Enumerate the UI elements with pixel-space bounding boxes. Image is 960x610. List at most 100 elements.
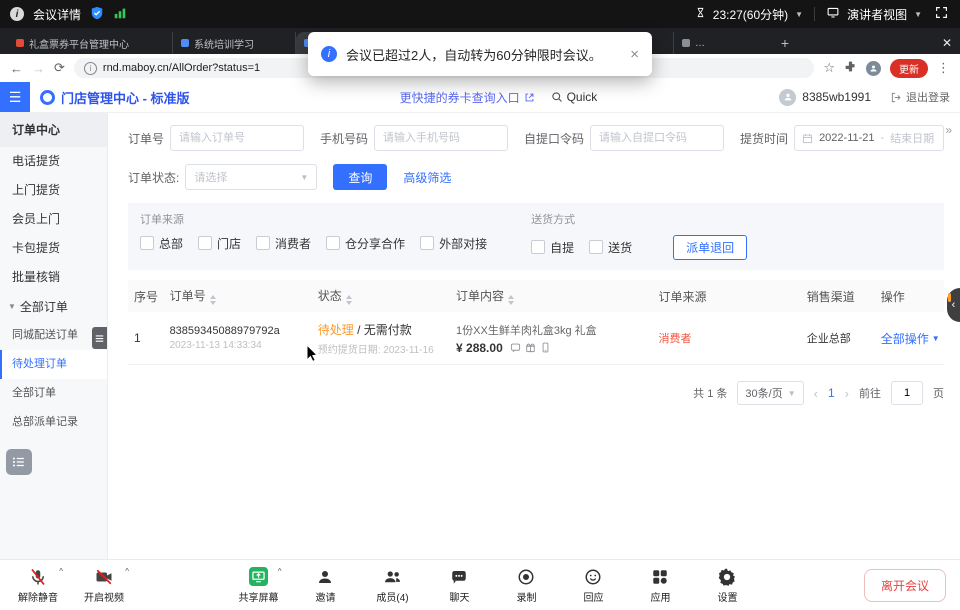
order-no-input[interactable] bbox=[170, 125, 304, 151]
checkbox-warehouse-coop[interactable]: 仓分享合作 bbox=[326, 235, 405, 252]
view-caret-icon[interactable]: ▼ bbox=[914, 10, 922, 19]
sidebar-item-batch-verify[interactable]: 批量核销 bbox=[0, 263, 107, 292]
back-icon[interactable]: ← bbox=[10, 61, 23, 76]
network-signal-icon[interactable] bbox=[113, 6, 127, 23]
members-button[interactable]: 成员(4) bbox=[366, 566, 418, 604]
checkbox-label: 总部 bbox=[159, 237, 183, 251]
sidebar-item-phone-pickup[interactable]: 电话提货 bbox=[0, 147, 107, 176]
meeting-info-icon[interactable]: i bbox=[10, 7, 24, 21]
bookmark-star-icon[interactable]: ☆ bbox=[823, 60, 835, 76]
profile-avatar-icon[interactable] bbox=[866, 61, 881, 76]
floating-list-button[interactable] bbox=[6, 449, 32, 475]
checkbox-delivery[interactable]: 送货 bbox=[589, 239, 632, 256]
quick-entry-link[interactable]: 更快捷的券卡查询入口 bbox=[400, 89, 535, 106]
panel-toggle-tab[interactable]: ‹ bbox=[947, 288, 960, 322]
search-button[interactable]: 查询 bbox=[333, 164, 387, 190]
app-menu-button[interactable]: ☰ bbox=[0, 82, 30, 112]
site-info-icon[interactable]: i bbox=[84, 62, 97, 75]
meeting-details-label[interactable]: 会议详情 bbox=[33, 6, 81, 23]
checkbox-icon[interactable] bbox=[326, 236, 340, 250]
browser-tab[interactable]: 系统培训学习 bbox=[173, 32, 296, 54]
sidebar-item-city-delivery[interactable]: 同城配送订单 bbox=[0, 321, 107, 350]
table-row[interactable]: 1 83859345088979792a 2023-11-13 14:33:34… bbox=[128, 312, 944, 365]
browser-menu-icon[interactable]: ⋮ bbox=[937, 60, 950, 76]
sort-icon[interactable] bbox=[346, 295, 352, 305]
checkbox-icon[interactable] bbox=[531, 240, 545, 254]
apps-button[interactable]: 应用 bbox=[634, 566, 686, 604]
quick-search-button[interactable]: Quick bbox=[551, 90, 598, 104]
prev-page-icon[interactable]: ‹ bbox=[814, 386, 818, 401]
current-page[interactable]: 1 bbox=[828, 386, 835, 400]
settings-button[interactable]: 设置 bbox=[701, 566, 753, 604]
sort-icon[interactable] bbox=[210, 295, 216, 305]
browser-tab[interactable]: 礼盒票券平台管理中心 bbox=[8, 32, 173, 54]
sidebar-item-all-orders[interactable]: 全部订单 bbox=[0, 379, 107, 408]
checkbox-icon[interactable] bbox=[198, 236, 212, 250]
checkbox-hq[interactable]: 总部 bbox=[140, 235, 183, 252]
chat-button[interactable]: 聊天 bbox=[433, 566, 485, 604]
col-status[interactable]: 状态 bbox=[318, 287, 456, 305]
forward-icon[interactable]: → bbox=[32, 61, 45, 76]
sidebar-item-member-visit[interactable]: 会员上门 bbox=[0, 205, 107, 234]
sidebar-item-hq-dispatch-log[interactable]: 总部派单记录 bbox=[0, 408, 107, 437]
checkbox-store[interactable]: 门店 bbox=[198, 235, 241, 252]
record-button[interactable]: 录制 bbox=[500, 566, 552, 604]
leave-meeting-button[interactable]: 离开会议 bbox=[864, 569, 946, 602]
search-icon bbox=[551, 91, 563, 103]
sort-icon[interactable] bbox=[508, 295, 514, 305]
video-options-chevron[interactable]: ^ bbox=[125, 567, 129, 576]
mic-options-chevron[interactable]: ^ bbox=[59, 567, 63, 576]
sidebar-group-all-orders[interactable]: ▼ 全部订单 bbox=[0, 292, 107, 321]
checkbox-consumer[interactable]: 消费者 bbox=[256, 235, 311, 252]
sidebar-item-door-pickup[interactable]: 上门提货 bbox=[0, 176, 107, 205]
fullscreen-icon[interactable] bbox=[935, 6, 948, 22]
share-options-chevron[interactable]: ^ bbox=[278, 567, 282, 576]
invite-button[interactable]: 邀请 bbox=[299, 566, 351, 604]
browser-update-button[interactable]: 更新 bbox=[890, 59, 928, 78]
page-size-select[interactable]: 30条/页 ▼ bbox=[737, 381, 803, 405]
phone-input[interactable] bbox=[374, 125, 508, 151]
checkbox-icon[interactable] bbox=[589, 240, 603, 254]
new-tab-button[interactable]: + bbox=[774, 32, 796, 54]
col-order-no[interactable]: 订单号 bbox=[170, 287, 318, 305]
pickup-date: 预约提货日期: 2023-11-16 bbox=[318, 341, 456, 356]
mobile-icon[interactable] bbox=[540, 342, 551, 353]
logout-button[interactable]: 退出登录 bbox=[891, 89, 950, 105]
timer-caret-icon[interactable]: ▼ bbox=[795, 10, 803, 19]
checkbox-external[interactable]: 外部对接 bbox=[420, 235, 487, 252]
browser-tab[interactable]: … bbox=[674, 32, 774, 54]
username[interactable]: 8385wb1991 bbox=[802, 90, 871, 104]
order-number[interactable]: 83859345088979792a bbox=[170, 325, 318, 337]
code-input[interactable] bbox=[590, 125, 724, 151]
checkbox-self-pickup[interactable]: 自提 bbox=[531, 239, 574, 256]
sidebar-item-pending-orders[interactable]: 待处理订单 bbox=[0, 350, 107, 379]
view-mode-label[interactable]: 演讲者视图 bbox=[847, 6, 907, 23]
sidebar-item-card-pickup[interactable]: 卡包提货 bbox=[0, 234, 107, 263]
checkbox-icon[interactable] bbox=[420, 236, 434, 250]
security-shield-icon[interactable] bbox=[90, 6, 104, 23]
date-range-picker[interactable]: 2022-11-21 - 结束日期 bbox=[794, 125, 944, 151]
goto-page-input[interactable] bbox=[891, 381, 923, 405]
status-select[interactable]: 请选择 ▼ bbox=[185, 164, 317, 190]
checkbox-icon[interactable] bbox=[256, 236, 270, 250]
start-video-button[interactable]: ^ 开启视频 bbox=[76, 566, 132, 604]
next-page-icon[interactable]: › bbox=[845, 386, 849, 401]
window-close-icon[interactable]: ✕ bbox=[942, 32, 952, 54]
collapse-chevrons-icon[interactable]: » bbox=[945, 123, 952, 137]
unmute-button[interactable]: ^ 解除静音 bbox=[10, 566, 66, 604]
sidebar-collapse-handle[interactable] bbox=[92, 327, 107, 349]
checkbox-icon[interactable] bbox=[140, 236, 154, 250]
reload-icon[interactable]: ⟳ bbox=[54, 60, 65, 76]
extensions-puzzle-icon[interactable] bbox=[844, 60, 857, 76]
dispatch-return-button[interactable]: 派单退回 bbox=[673, 235, 747, 260]
advanced-filter-link[interactable]: 高级筛选 bbox=[403, 169, 451, 186]
reaction-button[interactable]: 回应 bbox=[567, 566, 619, 604]
toast-close-icon[interactable]: × bbox=[630, 46, 639, 63]
share-screen-button[interactable]: ^ 共享屏幕 bbox=[232, 566, 284, 604]
gift-icon[interactable] bbox=[525, 342, 536, 353]
all-actions-dropdown[interactable]: 全部操作 ▼ bbox=[881, 330, 944, 347]
col-content[interactable]: 订单内容 bbox=[456, 287, 659, 305]
user-avatar-icon[interactable] bbox=[779, 89, 796, 106]
browser-window: 礼盒票券平台管理中心 系统培训学习 门店管理中心 ✕ … … … bbox=[0, 28, 960, 560]
message-icon[interactable] bbox=[510, 342, 521, 353]
